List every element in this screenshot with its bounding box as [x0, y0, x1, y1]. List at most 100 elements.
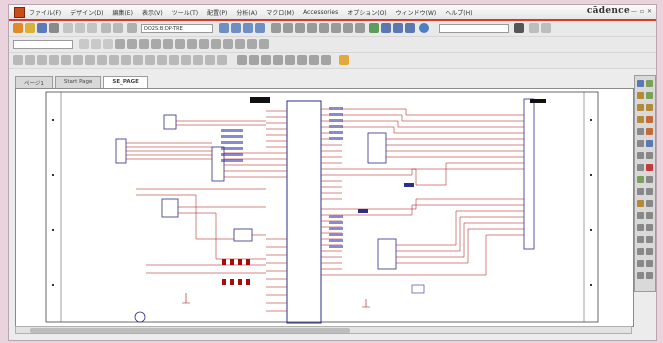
hand-tool-icon[interactable] [339, 55, 349, 65]
info-icon[interactable] [393, 23, 403, 33]
place-no-connect-icon[interactable] [646, 164, 653, 171]
hier-block-icon[interactable] [133, 55, 143, 65]
ungroup-icon[interactable] [211, 39, 221, 49]
place-title-block-icon[interactable] [646, 248, 653, 255]
place-net-alias-icon[interactable] [637, 128, 644, 135]
schematic-canvas[interactable] [15, 88, 634, 327]
binoculars-icon[interactable] [514, 23, 524, 33]
place-ellipse-icon[interactable] [646, 188, 653, 195]
select-tool-icon[interactable] [13, 55, 23, 65]
off-page-icon[interactable] [109, 55, 119, 65]
align-right-icon[interactable] [151, 39, 161, 49]
align-bottom-icon[interactable] [175, 39, 185, 49]
zoom-out-icon[interactable] [231, 23, 241, 33]
horizontal-scrollbar[interactable] [15, 326, 632, 334]
place-ground-icon[interactable] [637, 140, 644, 147]
pointer-tool-icon[interactable] [637, 80, 644, 87]
pin-tool-icon[interactable] [237, 55, 247, 65]
unlock-icon[interactable] [259, 39, 269, 49]
polyline-tool-icon[interactable] [169, 55, 179, 65]
netlist-icon[interactable] [295, 23, 305, 33]
zoom-fit-icon[interactable] [637, 260, 644, 267]
library-icon[interactable] [369, 23, 379, 33]
place-hier-pin-icon[interactable] [637, 164, 644, 171]
bus-tool-icon[interactable] [37, 55, 47, 65]
place-rectangle-icon[interactable] [637, 188, 644, 195]
new-icon[interactable] [13, 23, 23, 33]
place-auto-wire-icon[interactable] [637, 104, 644, 111]
grid-combo[interactable] [13, 40, 73, 49]
place-part-icon[interactable] [646, 80, 653, 87]
place-hier-block-icon[interactable] [637, 152, 644, 159]
bookmark-icon[interactable] [273, 55, 283, 65]
align-left-icon[interactable] [139, 39, 149, 49]
zoom-all-icon[interactable] [255, 23, 265, 33]
menu-item-edit[interactable]: 編集(E) [112, 8, 132, 17]
forward-icon[interactable] [541, 23, 551, 33]
tab-se-page[interactable]: SE_PAGE [103, 76, 148, 88]
tab-page1[interactable]: ページ1 [15, 76, 53, 88]
no-connect-icon[interactable] [97, 55, 107, 65]
power-icon[interactable] [73, 55, 83, 65]
line-tool-icon[interactable] [157, 55, 167, 65]
image-tool-icon[interactable] [285, 55, 295, 65]
place-bus-icon[interactable] [646, 104, 653, 111]
place-bus-entry-icon[interactable] [646, 116, 653, 123]
zoom-area-icon[interactable] [243, 23, 253, 33]
place-net-group-icon[interactable] [646, 92, 653, 99]
hier-pin-icon[interactable] [145, 55, 155, 65]
text-tool-icon[interactable] [217, 55, 227, 65]
menu-item-help[interactable]: ヘルプ(H) [445, 8, 472, 17]
net-alias-icon[interactable] [61, 55, 71, 65]
search-combo[interactable] [439, 24, 509, 33]
cut-icon[interactable] [63, 23, 73, 33]
place-junction-icon[interactable] [637, 116, 644, 123]
menu-item-design[interactable]: デザイン(D) [70, 8, 103, 17]
paste-icon[interactable] [87, 23, 97, 33]
place-wire-icon[interactable] [637, 92, 644, 99]
copy-icon[interactable] [75, 23, 85, 33]
tab-start-page[interactable]: Start Page [54, 76, 102, 88]
place-hier-port-icon[interactable] [646, 152, 653, 159]
refresh-icon[interactable] [646, 272, 653, 279]
menu-item-tools[interactable]: ツール(T) [172, 8, 198, 17]
area-select-icon[interactable] [103, 39, 113, 49]
close-icon[interactable]: ✕ [647, 8, 652, 15]
undo-icon[interactable] [101, 23, 111, 33]
menu-item-options[interactable]: オプション(O) [347, 8, 386, 17]
mirror-icon[interactable] [127, 39, 137, 49]
find-icon[interactable] [127, 23, 137, 33]
ellipse-tool-icon[interactable] [193, 55, 203, 65]
menu-item-accessories[interactable]: Accessories [303, 9, 338, 16]
scrollbar-thumb[interactable] [30, 328, 350, 333]
port-icon[interactable] [121, 55, 131, 65]
junction-tool-icon[interactable] [49, 55, 59, 65]
place-line-icon[interactable] [637, 176, 644, 183]
back-icon[interactable] [529, 23, 539, 33]
save-icon[interactable] [37, 23, 47, 33]
capture-app-icon[interactable] [14, 6, 25, 18]
place-pin-array-icon[interactable] [637, 236, 644, 243]
distribute-icon[interactable] [187, 39, 197, 49]
globe-icon[interactable] [419, 23, 429, 33]
menu-item-view[interactable]: 表示(V) [142, 8, 163, 17]
pin-array-icon[interactable] [249, 55, 259, 65]
place-power-icon[interactable] [646, 128, 653, 135]
open-icon[interactable] [25, 23, 35, 33]
simulate-icon[interactable] [355, 23, 365, 33]
place-text-icon[interactable] [637, 212, 644, 219]
print-icon[interactable] [49, 23, 59, 33]
rotate-icon[interactable] [115, 39, 125, 49]
place-bookmark-icon[interactable] [646, 236, 653, 243]
align-top-icon[interactable] [163, 39, 173, 49]
menu-item-macro[interactable]: マクロ(M) [266, 8, 294, 17]
minimize-icon[interactable]: — [631, 8, 637, 15]
redo-icon[interactable] [113, 23, 123, 33]
place-rule-icon[interactable] [637, 248, 644, 255]
backannotate-icon[interactable] [331, 23, 341, 33]
front-icon[interactable] [223, 39, 233, 49]
group-icon[interactable] [199, 39, 209, 49]
annotate-icon[interactable] [271, 23, 281, 33]
menu-item-window[interactable]: ウィンドウ(W) [396, 8, 437, 17]
ruler-tool-icon[interactable] [309, 55, 319, 65]
